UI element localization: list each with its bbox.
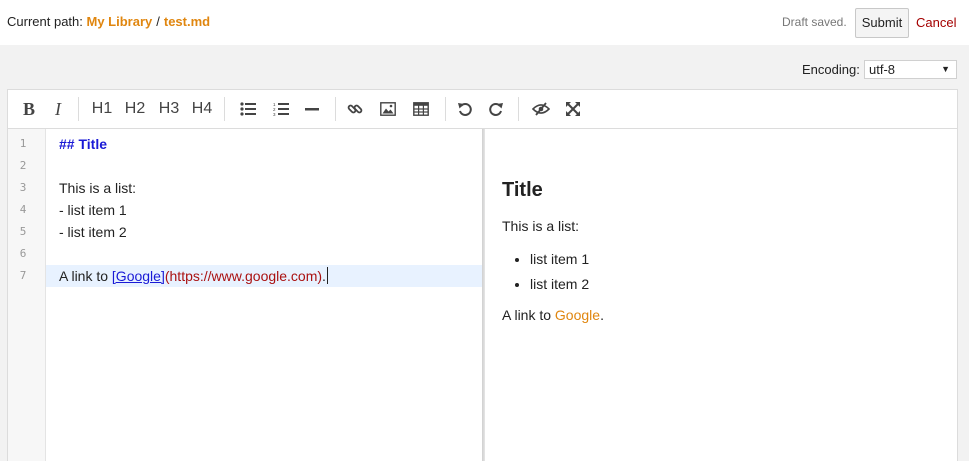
editor-toolbar: B I H1 H2 H3 H4 1 2 3 bbox=[8, 90, 957, 129]
cancel-link[interactable]: Cancel bbox=[916, 15, 956, 30]
h1-button[interactable]: H1 bbox=[88, 95, 116, 123]
encoding-select[interactable]: utf-8 ▼ bbox=[864, 60, 957, 79]
redo-button[interactable] bbox=[482, 95, 510, 123]
code-line[interactable]: ## Title bbox=[46, 133, 482, 155]
line-number: 7 bbox=[19, 269, 27, 282]
line-number: 4 bbox=[19, 203, 27, 216]
current-path: Current path: My Library / test.md bbox=[7, 14, 210, 29]
markdown-editor: B I H1 H2 H3 H4 1 2 3 1 2 3 4 5 6 7 ## T… bbox=[7, 89, 958, 461]
toolbar-separator bbox=[224, 97, 225, 121]
text-cursor bbox=[326, 267, 328, 284]
preview-link-google[interactable]: Google bbox=[555, 307, 600, 323]
preview-toggle-button[interactable] bbox=[527, 95, 555, 123]
encoding-label: Encoding: bbox=[802, 62, 860, 77]
code-line[interactable]: This is a list: bbox=[46, 177, 482, 199]
line-number: 5 bbox=[19, 225, 27, 238]
markdown-text: This is a list: bbox=[59, 180, 137, 196]
line-number: 1 bbox=[19, 137, 27, 150]
code-line[interactable]: - list item 2 bbox=[46, 221, 482, 243]
draft-status: Draft saved. bbox=[782, 15, 847, 29]
h3-button[interactable]: H3 bbox=[155, 95, 183, 123]
fullscreen-icon bbox=[566, 102, 580, 116]
breadcrumb-separator: / bbox=[156, 14, 160, 29]
italic-button[interactable]: I bbox=[44, 95, 72, 123]
path-label: Current path: bbox=[7, 14, 83, 29]
markdown-text: - list item 2 bbox=[59, 224, 127, 240]
undo-icon bbox=[458, 103, 472, 116]
markdown-preview-pane: Title This is a list: list item 1 list i… bbox=[485, 129, 957, 461]
markdown-link-text: [Google] bbox=[111, 268, 165, 284]
line-number: 6 bbox=[19, 247, 27, 260]
svg-text:3: 3 bbox=[273, 112, 276, 116]
undo-button[interactable] bbox=[451, 95, 479, 123]
bulleted-list-icon bbox=[240, 102, 256, 116]
toolbar-separator bbox=[78, 97, 79, 121]
horizontal-rule-button[interactable] bbox=[298, 95, 326, 123]
preview-title: Title bbox=[502, 179, 543, 201]
markdown-text: . bbox=[322, 268, 326, 284]
line-number: 2 bbox=[19, 159, 27, 172]
h4-button[interactable]: H4 bbox=[188, 95, 216, 123]
toolbar-separator bbox=[518, 97, 519, 121]
preview-toggle-icon bbox=[532, 102, 550, 116]
h2-button[interactable]: H2 bbox=[121, 95, 149, 123]
horizontal-rule-icon bbox=[305, 108, 319, 111]
markdown-text: A link to bbox=[59, 268, 112, 284]
redo-icon bbox=[489, 103, 503, 116]
image-icon bbox=[380, 102, 396, 116]
markdown-heading: ## Title bbox=[59, 136, 107, 152]
toolbar-separator bbox=[335, 97, 336, 121]
preview-paragraph: This is a list: bbox=[502, 218, 580, 234]
preview-list: list item 1 list item 2 bbox=[502, 249, 589, 299]
link-icon bbox=[347, 104, 363, 114]
numbered-list-icon: 1 2 3 bbox=[273, 102, 289, 116]
image-button[interactable] bbox=[374, 95, 402, 123]
markdown-text: - list item 1 bbox=[59, 202, 127, 218]
preview-list-item: list item 1 bbox=[530, 249, 589, 274]
line-number: 3 bbox=[19, 181, 27, 194]
preview-text: . bbox=[600, 307, 604, 323]
code-line[interactable]: - list item 1 bbox=[46, 199, 482, 221]
code-line-active[interactable]: A link to [Google](https://www.google.co… bbox=[46, 265, 482, 287]
fullscreen-button[interactable] bbox=[559, 95, 587, 123]
link-button[interactable] bbox=[341, 95, 369, 123]
bold-button[interactable]: B bbox=[15, 95, 43, 123]
markdown-source-pane[interactable]: ## Title This is a list: - list item 1 -… bbox=[46, 129, 482, 461]
preview-link-paragraph: A link to Google. bbox=[502, 307, 604, 323]
toolbar-separator bbox=[445, 97, 446, 121]
dropdown-arrow-icon: ▼ bbox=[941, 64, 950, 74]
submit-button[interactable]: Submit bbox=[855, 8, 909, 38]
breadcrumb-my-library[interactable]: My Library bbox=[87, 14, 153, 29]
preview-list-item: list item 2 bbox=[530, 274, 589, 299]
preview-text: A link to bbox=[502, 307, 555, 323]
top-bar: Current path: My Library / test.md Draft s… bbox=[0, 0, 969, 45]
table-icon bbox=[413, 102, 429, 116]
bulleted-list-button[interactable] bbox=[234, 95, 262, 123]
table-button[interactable] bbox=[407, 95, 435, 123]
line-number-gutter: 1 2 3 4 5 6 7 bbox=[8, 129, 46, 461]
markdown-link-url: (https://www.google.com) bbox=[164, 268, 323, 284]
numbered-list-button[interactable]: 1 2 3 bbox=[267, 95, 295, 123]
breadcrumb-file[interactable]: test.md bbox=[164, 14, 210, 29]
encoding-selected-value: utf-8 bbox=[869, 62, 896, 77]
